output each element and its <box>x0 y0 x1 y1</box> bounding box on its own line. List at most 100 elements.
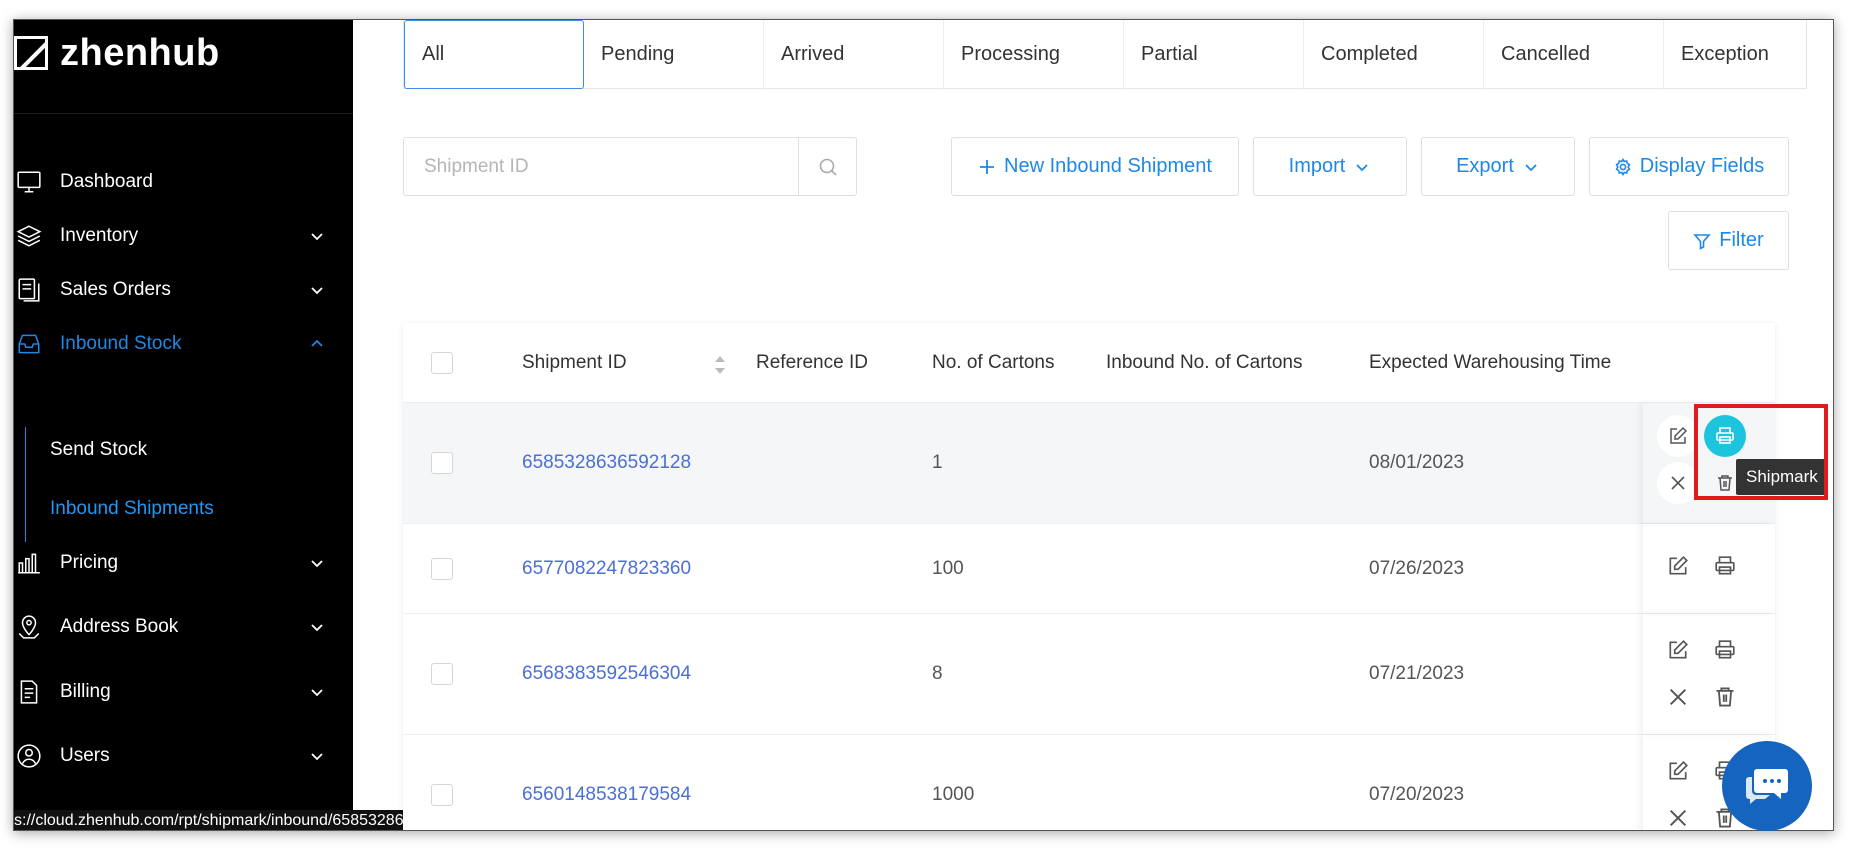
sidebar-item-dashboard[interactable]: Dashboard <box>14 158 353 206</box>
sidebar-item-users[interactable]: Users <box>14 732 353 780</box>
shipment-id-link[interactable]: 6585328636592128 <box>522 452 691 474</box>
chevron-down-icon <box>1525 163 1537 171</box>
tab-processing[interactable]: Processing <box>944 20 1124 89</box>
sidebar-item-billing[interactable]: Billing <box>14 668 353 716</box>
delete-button[interactable] <box>1714 686 1736 708</box>
edit-icon <box>1669 556 1688 575</box>
user-globe-icon <box>16 743 42 769</box>
header-reference-id: Reference ID <box>756 352 868 373</box>
chevron-down-icon <box>311 233 323 241</box>
edit-button[interactable] <box>1657 415 1699 457</box>
shipment-id-search-input[interactable] <box>404 138 798 195</box>
sidebar-item-inventory[interactable]: Inventory <box>14 212 353 260</box>
sidebar-item-sales-orders[interactable]: Sales Orders <box>14 266 353 314</box>
app-window: zhenhub Dashboard Inventory Sales Orders <box>13 19 1834 831</box>
sidebar-subitem-send-stock[interactable]: Send Stock <box>50 439 147 461</box>
inbox-icon <box>16 331 42 357</box>
expected-time-cell: 07/26/2023 <box>1369 558 1465 579</box>
main-content: All Pending Arrived Processing Partial C… <box>353 20 1833 830</box>
print-shipmark-button[interactable] <box>1714 555 1736 577</box>
display-fields-button[interactable]: Display Fields <box>1589 137 1789 196</box>
trash-icon <box>1716 687 1734 707</box>
table-row[interactable]: 6577082247823360 100 07/26/2023 <box>403 524 1775 614</box>
shipment-id-link[interactable]: 6560148538179584 <box>522 784 691 806</box>
header-cartons: No. of Cartons <box>932 352 1055 373</box>
gear-icon <box>1615 157 1631 176</box>
chevron-down-icon <box>311 287 323 295</box>
header-inbound-cartons: Inbound No. of Cartons <box>1106 352 1303 373</box>
cartons-cell: 1000 <box>932 784 975 805</box>
brand-logo[interactable]: zhenhub <box>14 28 220 78</box>
sidebar-item-label: Users <box>60 745 110 766</box>
filter-icon <box>1693 233 1711 250</box>
tab-all[interactable]: All <box>404 20 584 89</box>
brand-name: zhenhub <box>60 31 220 74</box>
search-icon <box>819 158 837 176</box>
sort-icon[interactable] <box>713 354 727 376</box>
expected-time-cell: 07/20/2023 <box>1369 784 1465 805</box>
zhenhub-logo-icon <box>14 36 48 70</box>
edit-button[interactable] <box>1667 555 1689 577</box>
new-inbound-shipment-button[interactable]: New Inbound Shipment <box>951 137 1239 196</box>
chevron-down-icon <box>311 624 323 632</box>
export-button[interactable]: Export <box>1421 137 1575 196</box>
sidebar-item-label: Billing <box>60 681 111 702</box>
row-checkbox[interactable] <box>431 558 453 580</box>
sidebar-item-label: Inventory <box>60 225 139 246</box>
monitor-icon <box>16 169 42 195</box>
row-checkbox[interactable] <box>431 452 453 474</box>
chevron-down-icon <box>1356 163 1368 171</box>
cartons-cell: 100 <box>932 558 964 579</box>
printer-icon <box>1715 640 1735 659</box>
table-row[interactable]: 6585328636592128 1 08/01/2023 <box>403 403 1775 524</box>
filter-label: Filter <box>1719 229 1764 251</box>
layers-icon <box>16 223 42 249</box>
shipment-id-link[interactable]: 6577082247823360 <box>522 558 691 580</box>
display-fields-label: Display Fields <box>1639 155 1765 177</box>
sidebar-subitem-inbound-shipments[interactable]: Inbound Shipments <box>50 498 214 520</box>
sidebar-item-label: Pricing <box>60 552 119 573</box>
shipment-id-link[interactable]: 6568383592546304 <box>522 663 691 685</box>
edit-icon <box>1670 426 1688 444</box>
submenu-indicator <box>25 427 26 542</box>
cartons-cell: 1 <box>932 452 943 473</box>
sidebar-item-pricing[interactable]: Pricing <box>14 539 353 587</box>
select-all-checkbox[interactable] <box>431 352 453 374</box>
tab-cancelled[interactable]: Cancelled <box>1484 20 1664 89</box>
sidebar-item-inbound-stock[interactable]: Inbound Stock <box>14 320 353 368</box>
import-button[interactable]: Import <box>1253 137 1407 196</box>
edit-button[interactable] <box>1667 760 1689 782</box>
export-label: Export <box>1456 155 1514 177</box>
chat-icon <box>1746 769 1788 804</box>
highlight-box <box>1694 404 1828 500</box>
expected-time-cell: 07/21/2023 <box>1369 663 1465 684</box>
tab-pending[interactable]: Pending <box>584 20 764 89</box>
filter-button[interactable]: Filter <box>1668 211 1789 270</box>
row-checkbox[interactable] <box>431 784 453 806</box>
cancel-button[interactable] <box>1667 686 1689 708</box>
table-row[interactable]: 6568383592546304 8 07/21/2023 <box>403 614 1775 735</box>
table-header: Shipment ID Reference ID No. of Cartons … <box>403 323 1775 403</box>
search-button[interactable] <box>798 138 856 195</box>
table-row[interactable]: 6560148538179584 1000 07/20/2023 <box>403 735 1775 830</box>
printer-icon <box>1715 556 1735 575</box>
cancel-button[interactable] <box>1657 462 1699 504</box>
plus-icon <box>980 159 995 174</box>
cartons-cell: 8 <box>932 663 943 684</box>
map-pin-icon <box>16 614 42 640</box>
edit-icon <box>1669 640 1688 659</box>
tab-partial[interactable]: Partial <box>1124 20 1304 89</box>
tab-exception[interactable]: Exception <box>1664 20 1806 89</box>
tab-arrived[interactable]: Arrived <box>764 20 944 89</box>
row-checkbox[interactable] <box>431 663 453 685</box>
tab-completed[interactable]: Completed <box>1304 20 1484 89</box>
chat-support-button[interactable] <box>1722 741 1812 831</box>
chevron-down-icon <box>311 560 323 568</box>
print-shipmark-button[interactable] <box>1714 639 1736 661</box>
edit-button[interactable] <box>1667 639 1689 661</box>
shipments-table: Shipment ID Reference ID No. of Cartons … <box>403 323 1775 830</box>
cancel-button[interactable] <box>1667 807 1689 829</box>
sidebar-item-address-book[interactable]: Address Book <box>14 603 353 651</box>
close-icon <box>1671 476 1685 490</box>
expected-time-cell: 08/01/2023 <box>1369 452 1465 473</box>
